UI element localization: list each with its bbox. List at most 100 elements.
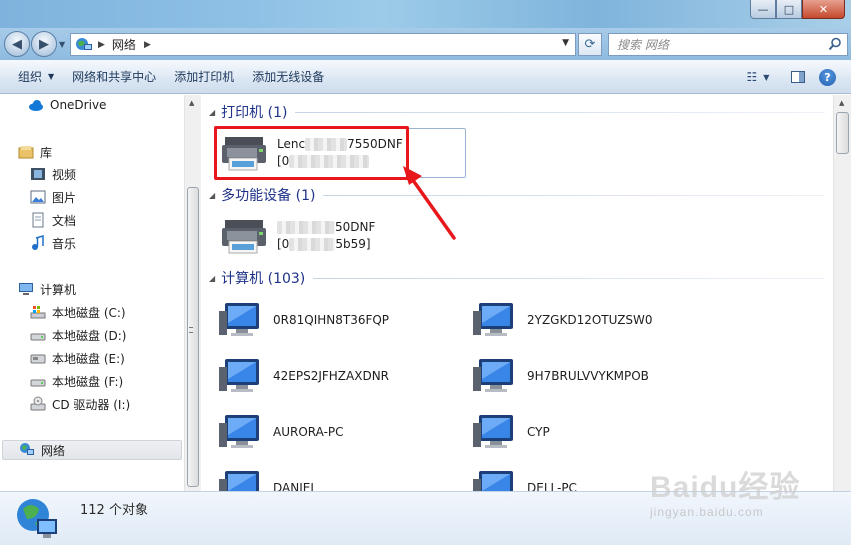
computer-item[interactable]: AURORA-PC xyxy=(219,412,344,452)
help-icon[interactable]: ? xyxy=(819,68,836,86)
collapse-icon[interactable]: ◢ xyxy=(209,191,215,200)
nav-item-network[interactable]: 网络 xyxy=(2,440,182,460)
close-button[interactable]: ✕ xyxy=(802,0,845,19)
nav-item-music[interactable]: 音乐 xyxy=(30,233,76,253)
nav-label: 本地磁盘 (C:) xyxy=(52,305,126,320)
computer-item[interactable]: 42EPS2JFHZAXDNR xyxy=(219,356,389,396)
computer-item[interactable]: 9H7BRULVVYKMPOB xyxy=(473,356,649,396)
computer-item[interactable]: CYP xyxy=(473,412,550,452)
scroll-up-icon[interactable]: ▲ xyxy=(189,99,194,107)
nav-item-videos[interactable]: 视频 xyxy=(30,164,76,184)
scroll-up-icon[interactable]: ▲ xyxy=(839,99,844,107)
group-header-multifunction[interactable]: ◢ 多功能设备 (1) xyxy=(201,184,827,206)
cd-drive-icon xyxy=(30,396,46,411)
computer-item[interactable]: DELL-PC xyxy=(473,468,577,491)
group-header-computers[interactable]: ◢ 计算机 (103) xyxy=(201,267,827,289)
breadcrumb-separator: ▶ xyxy=(98,39,105,50)
command-bar: 组织 ▼ 网络和共享中心 添加打印机 添加无线设备 ☷ ▼ ? xyxy=(0,60,851,94)
nav-item-library[interactable]: 库 xyxy=(18,142,52,162)
computer-icon xyxy=(473,303,513,336)
search-input[interactable]: 搜索 网络 xyxy=(608,33,848,56)
network-icon xyxy=(20,443,34,455)
divider xyxy=(313,277,825,279)
picture-icon xyxy=(30,190,46,204)
computer-item[interactable]: 0R81QIHN8T36FQP xyxy=(219,300,389,340)
nav-label: 视频 xyxy=(52,167,77,182)
maximize-button[interactable]: □ xyxy=(776,0,802,19)
nav-label: 网络 xyxy=(41,443,66,458)
nav-label: 库 xyxy=(40,145,53,160)
back-button[interactable]: ◀ xyxy=(4,31,30,57)
computer-name: 2YZGKD12OTUZSW0 xyxy=(527,313,653,327)
hard-drive-icon xyxy=(30,354,46,364)
group-header-printers[interactable]: ◢ 打印机 (1) xyxy=(201,101,827,123)
windows-drive-icon xyxy=(30,306,46,319)
network-sharing-center-button[interactable]: 网络和共享中心 xyxy=(63,65,165,89)
address-dropdown-icon[interactable]: ▼ xyxy=(562,38,569,48)
breadcrumb-network[interactable]: 网络 xyxy=(112,36,136,53)
computer-icon xyxy=(219,415,259,448)
forward-button[interactable]: ▶ xyxy=(31,31,57,57)
nav-label: 音乐 xyxy=(52,236,77,251)
computer-name: 42EPS2JFHZAXDNR xyxy=(273,369,390,383)
group-title: 打印机 (1) xyxy=(221,105,288,121)
computer-name: CYP xyxy=(527,425,550,439)
add-wireless-device-button[interactable]: 添加无线设备 xyxy=(243,65,333,89)
content-scrollbar[interactable]: ▲ xyxy=(833,95,851,491)
search-placeholder: 搜索 网络 xyxy=(617,38,669,52)
recent-pages-dropdown[interactable]: ▼ xyxy=(59,40,65,49)
nav-item-documents[interactable]: 文档 xyxy=(30,210,76,230)
computer-name: 9H7BRULVVYKMPOB xyxy=(527,369,649,383)
breadcrumb-separator[interactable]: ▶ xyxy=(144,40,151,50)
scrollbar-thumb[interactable] xyxy=(187,187,199,487)
organize-label: 组织 xyxy=(18,70,43,84)
computer-icon xyxy=(219,359,259,392)
computer-icon xyxy=(473,471,513,491)
nav-item-drive-e[interactable]: 本地磁盘 (E:) xyxy=(30,348,125,368)
nav-item-pictures[interactable]: 图片 xyxy=(30,187,76,207)
collapse-icon[interactable]: ◢ xyxy=(209,274,215,283)
nav-label: 计算机 xyxy=(40,282,77,297)
address-row: ◀ ▶ ▼ ▶ 网络 ▶ ▼ ⟳ 搜索 网络 xyxy=(0,28,851,60)
nav-item-onedrive[interactable]: OneDrive xyxy=(28,95,106,115)
add-printer-button[interactable]: 添加打印机 xyxy=(165,65,243,89)
scrollbar-thumb[interactable] xyxy=(836,112,849,154)
library-icon xyxy=(18,146,34,159)
nav-label: 本地磁盘 (F:) xyxy=(52,374,124,389)
organize-menu[interactable]: 组织 ▼ xyxy=(0,65,63,89)
nav-item-drive-c[interactable]: 本地磁盘 (C:) xyxy=(30,302,126,322)
address-bar[interactable]: ▶ 网络 ▶ ▼ xyxy=(70,33,576,56)
computer-icon xyxy=(219,303,259,336)
nav-label: 文档 xyxy=(52,213,77,228)
nav-item-drive-i[interactable]: CD 驱动器 (I:) xyxy=(30,394,130,414)
video-icon xyxy=(31,168,45,180)
nav-item-drive-d[interactable]: 本地磁盘 (D:) xyxy=(30,325,126,345)
item-count: 112 个对象 xyxy=(80,503,148,518)
navigation-pane: OneDrive 库 视频 图片 文档 音乐 计算机 本地磁盘 (C:) 本地磁… xyxy=(0,95,184,491)
nav-item-computer[interactable]: 计算机 xyxy=(18,279,76,299)
command-bar-right: ☷ ▼ ? xyxy=(739,60,851,94)
multifunction-address: [0 xyxy=(277,237,290,251)
computer-item[interactable]: DANIEL xyxy=(219,468,317,491)
group-title: 多功能设备 (1) xyxy=(221,188,316,204)
network-icon xyxy=(17,499,57,538)
preview-pane-button[interactable] xyxy=(791,71,805,83)
collapse-icon[interactable]: ◢ xyxy=(209,108,215,117)
nav-label: CD 驱动器 (I:) xyxy=(52,397,131,412)
refresh-button[interactable]: ⟳ xyxy=(578,33,602,56)
nav-label: OneDrive xyxy=(50,98,107,112)
multifunction-printer-icon xyxy=(222,220,266,254)
watermark-url: jingyan.baidu.com xyxy=(650,505,764,519)
divider xyxy=(295,111,825,113)
search-icon[interactable] xyxy=(828,37,842,51)
nav-item-drive-f[interactable]: 本地磁盘 (F:) xyxy=(30,371,123,391)
computer-item[interactable]: 2YZGKD12OTUZSW0 xyxy=(473,300,653,340)
navigation-scrollbar[interactable]: ▲ xyxy=(184,95,201,491)
window-controls: — □ ✕ xyxy=(750,0,845,19)
music-icon xyxy=(32,235,44,250)
minimize-button[interactable]: — xyxy=(750,0,776,19)
document-icon xyxy=(32,212,44,228)
redaction-blur xyxy=(289,238,336,251)
nav-label: 本地磁盘 (D:) xyxy=(52,328,127,343)
change-view-button[interactable]: ☷ ▼ xyxy=(739,67,777,87)
